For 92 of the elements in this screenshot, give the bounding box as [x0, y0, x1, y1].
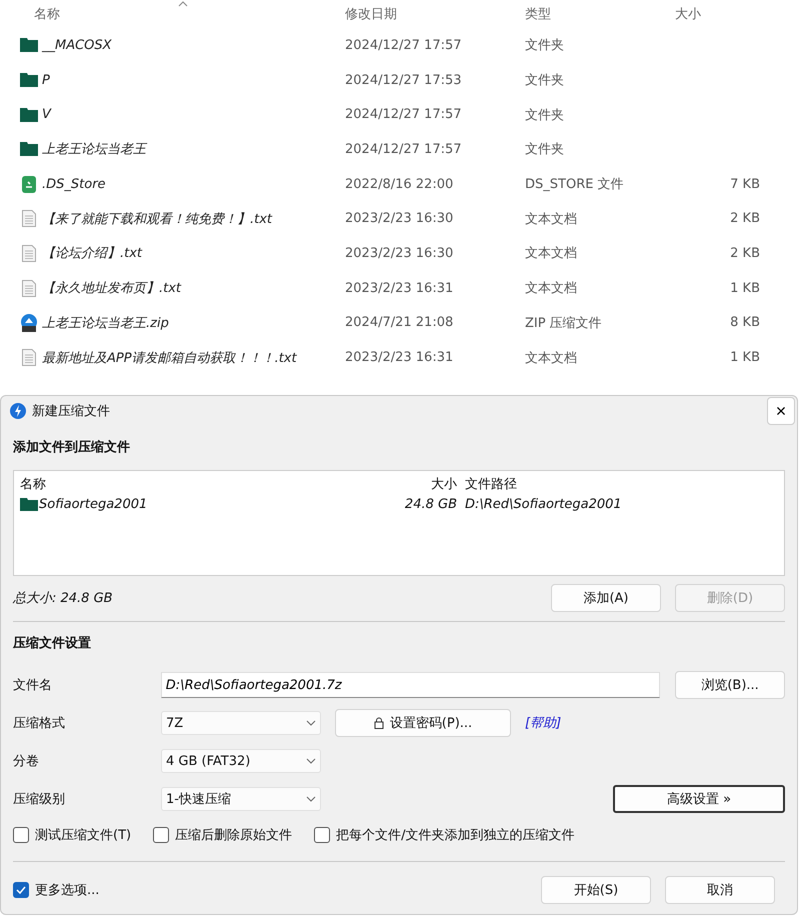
close-button[interactable]: ×	[767, 397, 795, 425]
field-label: 分卷	[13, 753, 40, 770]
file-name[interactable]: 上老王论坛当老王	[42, 140, 345, 158]
checkbox-label: 把每个文件/文件夹添加到独立的压缩文件	[336, 827, 574, 844]
filename-field[interactable]: D:\Red\Sofiaortega2001.7z	[160, 672, 660, 698]
column-header[interactable]: 大小	[675, 5, 785, 23]
browse-button[interactable]: 浏览(B)...	[675, 671, 785, 699]
sort-ascending-icon	[178, 1, 188, 7]
file-size: 24.8 GB	[404, 497, 457, 512]
file-type: 文本文档	[525, 245, 578, 262]
file-name[interactable]: 上老王论坛当老王.zip	[42, 314, 345, 332]
file-date: 2023/2/23 16:31	[345, 280, 454, 296]
cancel-button[interactable]: 取消	[665, 876, 775, 904]
section-title: 添加文件到压缩文件	[13, 438, 131, 456]
folder-icon	[20, 142, 38, 156]
checkbox[interactable]	[153, 827, 170, 843]
file-type: 文件夹	[525, 141, 565, 158]
window-title: 新建压缩文件	[32, 403, 110, 420]
file-name[interactable]: Sofiaortega2001	[39, 497, 148, 512]
file-size: 2 KB	[729, 246, 760, 261]
file-name[interactable]: P	[42, 72, 345, 88]
file-size: 1 KB	[729, 280, 760, 296]
file-name[interactable]: 最新地址及APP请发邮箱自动获取！！！.txt	[42, 348, 345, 367]
file-type: 文本文档	[525, 350, 578, 367]
checkbox[interactable]	[13, 882, 29, 898]
help-link[interactable]: [帮助]	[525, 714, 562, 732]
file-date: 2024/7/21 21:08	[345, 315, 454, 330]
lock-icon	[374, 717, 384, 729]
app-logo-icon	[10, 403, 26, 419]
column-header[interactable]: 类型	[525, 5, 675, 23]
checkbox-label: 压缩后删除原始文件	[175, 827, 292, 844]
column-header[interactable]: 名称	[20, 474, 402, 492]
file-type: DS_STORE 文件	[525, 176, 625, 194]
total-size: 总大小: 24.8 GB	[13, 590, 113, 607]
folder-icon	[20, 73, 38, 88]
file-date: 2023/2/23 16:30	[345, 246, 454, 261]
file-date: 2024/12/27 17:57	[345, 38, 463, 53]
text-file-icon	[22, 349, 36, 366]
text-file-icon	[22, 210, 36, 228]
column-header[interactable]: 修改日期	[345, 5, 525, 23]
field-label: 文件名	[13, 677, 53, 694]
file-path: D:\Red\Sofiaortega2001	[465, 497, 623, 512]
set-password-button[interactable]: 设置密码(P)...	[335, 709, 511, 737]
folder-icon	[20, 38, 38, 52]
add-button[interactable]: 添加(A)	[551, 584, 661, 612]
checkbox[interactable]	[314, 827, 330, 843]
folder-icon	[20, 498, 38, 511]
chevron-down-icon	[306, 758, 316, 764]
level-dropdown[interactable]: 1-快速压缩	[161, 787, 321, 811]
file-name[interactable]: 【永久地址发布页】.txt	[42, 279, 345, 298]
file-size: 2 KB	[729, 211, 760, 226]
file-size: 1 KB	[729, 350, 760, 366]
checkbox-label: 更多选项...	[35, 882, 100, 899]
file-date: 2023/2/23 16:30	[345, 211, 454, 226]
file-name[interactable]: __MACOSX	[42, 38, 345, 53]
file-type: 文本文档	[525, 210, 578, 228]
file-name[interactable]: V	[42, 107, 345, 122]
chevron-down-icon	[306, 720, 316, 726]
field-label: 压缩级别	[13, 791, 66, 808]
file-name[interactable]: 【论坛介绍】.txt	[42, 244, 345, 262]
text-file-icon	[22, 244, 36, 262]
file-date: 2023/2/23 16:31	[345, 350, 454, 366]
advanced-settings-button[interactable]: 高级设置 »	[613, 785, 785, 813]
format-dropdown[interactable]: 7Z	[161, 711, 321, 735]
section-title: 压缩文件设置	[13, 634, 92, 652]
field-label: 压缩格式	[13, 715, 66, 732]
column-header[interactable]: 大小	[402, 474, 457, 492]
file-type: ZIP 压缩文件	[525, 314, 603, 332]
file-type: 文件夹	[525, 72, 565, 90]
file-date: 2024/12/27 17:57	[345, 107, 463, 122]
column-header[interactable]: 名称	[0, 5, 345, 23]
file-name[interactable]: .DS_Store	[42, 176, 345, 192]
file-size: 8 KB	[729, 315, 760, 330]
folder-icon	[20, 108, 38, 122]
split-dropdown[interactable]: 4 GB (FAT32)	[161, 749, 321, 773]
start-button[interactable]: 开始(S)	[541, 876, 651, 904]
checkmark-icon	[15, 884, 27, 896]
file-date: 2024/12/27 17:57	[345, 142, 463, 157]
text-file-icon	[22, 280, 36, 297]
file-type: 文本文档	[525, 280, 578, 298]
chevron-down-icon	[306, 796, 316, 802]
file-size: 7 KB	[729, 176, 760, 192]
file-icon	[22, 176, 36, 193]
checkbox-label: 测试压缩文件(T)	[35, 827, 132, 844]
file-type: 文件夹	[525, 106, 565, 124]
column-header[interactable]: 文件路径	[465, 474, 778, 492]
file-name[interactable]: 【来了就能下载和观看！纯免费！】.txt	[42, 210, 345, 228]
archive-icon	[20, 314, 38, 332]
file-date: 2022/8/16 22:00	[345, 176, 454, 192]
file-date: 2024/12/27 17:53	[345, 72, 463, 88]
checkbox[interactable]	[13, 827, 29, 843]
file-type: 文件夹	[525, 37, 565, 54]
